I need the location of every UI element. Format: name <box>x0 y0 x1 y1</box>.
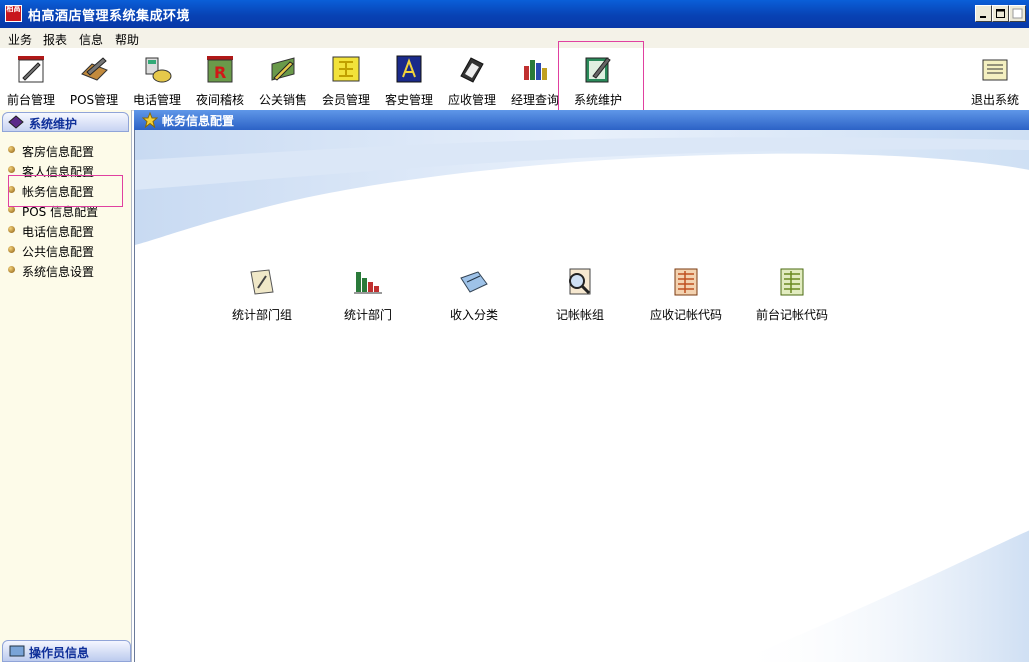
sidebar-item-system-info[interactable]: 系统信息设置 <box>8 263 94 280</box>
operator-icon <box>9 645 25 657</box>
content-icon-label: 应收记帐代码 <box>649 308 722 322</box>
toolbar-sales-button[interactable]: 公关销售 <box>252 48 314 108</box>
sidebar-item-phone-info[interactable]: 电话信息配置 <box>8 223 94 240</box>
bar-chart-icon <box>354 272 382 294</box>
sales-icon <box>271 57 295 81</box>
ledger-code-green-icon <box>780 268 804 296</box>
guest-history-icon <box>396 55 422 83</box>
bullet-icon <box>8 266 15 273</box>
notepad-icon <box>250 269 274 295</box>
toolbar-label: 退出系统 <box>970 93 1019 107</box>
phone-icon <box>145 57 172 83</box>
menu-info[interactable]: 信息 <box>79 31 103 48</box>
menu-report[interactable]: 报表 <box>43 31 67 48</box>
menu-bar: 业务 报表 信息 帮助 <box>0 28 1029 48</box>
minimize-icon <box>980 16 986 18</box>
toolbar: 前台管理 POS管理 电话管理 R 夜间稽核 公关销售 会员管理 客史管理 应收… <box>0 48 1029 111</box>
sidebar-footer[interactable]: 操作员信息 <box>2 640 131 662</box>
maximize-button[interactable] <box>992 5 1009 22</box>
selection-highlight <box>8 175 123 207</box>
bullet-icon <box>8 226 15 233</box>
sidebar-header-label: 系统维护 <box>29 117 78 131</box>
close-icon <box>1012 8 1023 19</box>
bullet-icon <box>8 146 15 153</box>
book-icon <box>8 115 24 129</box>
bullet-icon <box>8 246 15 253</box>
content-panel: 统计部门组 统计部门 收入分类 记帐帐组 应收记帐代码 前台记帐代码 <box>134 130 1029 662</box>
window-title: 柏高酒店管理系统集成环境 <box>28 9 191 24</box>
minimize-button[interactable] <box>975 5 992 22</box>
selection-highlight <box>558 41 644 117</box>
content-header: 帐务信息配置 <box>134 110 1029 130</box>
toolbar-manager-query-button[interactable]: 经理查询 <box>504 48 566 108</box>
r-audit-icon: R <box>207 56 233 83</box>
receivable-icon <box>460 57 484 83</box>
content-icon-label: 统计部门 <box>343 308 392 322</box>
content-icon-label: 收入分类 <box>449 308 498 322</box>
exit-door-icon <box>982 59 1008 81</box>
toolbar-phone-button[interactable]: 电话管理 <box>126 48 188 108</box>
background-wave-decoration <box>135 130 1029 662</box>
svg-text:R: R <box>214 63 226 82</box>
ledger-code-red-icon <box>674 268 698 296</box>
toolbar-member-button[interactable]: 会员管理 <box>315 48 377 108</box>
close-button[interactable] <box>1009 5 1026 22</box>
toolbar-guest-history-button[interactable]: 客史管理 <box>378 48 440 108</box>
content-icon-label: 记帐帐组 <box>555 308 604 322</box>
toolbar-pos-button[interactable]: POS管理 <box>63 48 125 108</box>
menu-help[interactable]: 帮助 <box>115 31 139 48</box>
sidebar-item-public-info[interactable]: 公共信息配置 <box>8 243 94 260</box>
pen-doc-icon <box>18 56 44 83</box>
ledger-group-icon <box>569 268 591 295</box>
star-icon <box>142 112 158 128</box>
member-card-icon <box>332 56 360 82</box>
toolbar-night-audit-button[interactable]: R 夜间稽核 <box>189 48 251 108</box>
sidebar-footer-label: 操作员信息 <box>29 646 90 660</box>
maximize-icon <box>996 9 1005 18</box>
menu-business[interactable]: 业务 <box>8 31 32 48</box>
content-header-label: 帐务信息配置 <box>162 114 235 128</box>
toolbar-exit-button[interactable]: 退出系统 <box>964 48 1026 108</box>
sidebar-item-room-info[interactable]: 客房信息配置 <box>8 143 94 160</box>
bullet-icon <box>8 166 15 173</box>
pencil-book-icon <box>81 57 108 81</box>
category-icon <box>460 271 488 293</box>
toolbar-front-desk-button[interactable]: 前台管理 <box>0 48 62 108</box>
app-logo-icon: 柏高 <box>5 5 22 22</box>
bar-chart-icon <box>524 60 547 80</box>
content-icon-label: 统计部门组 <box>231 308 292 322</box>
bullet-icon <box>8 206 15 213</box>
content-icon-label: 前台记帐代码 <box>755 308 828 322</box>
sidebar-header[interactable]: 系统维护 <box>2 112 129 132</box>
toolbar-receivable-button[interactable]: 应收管理 <box>441 48 503 108</box>
